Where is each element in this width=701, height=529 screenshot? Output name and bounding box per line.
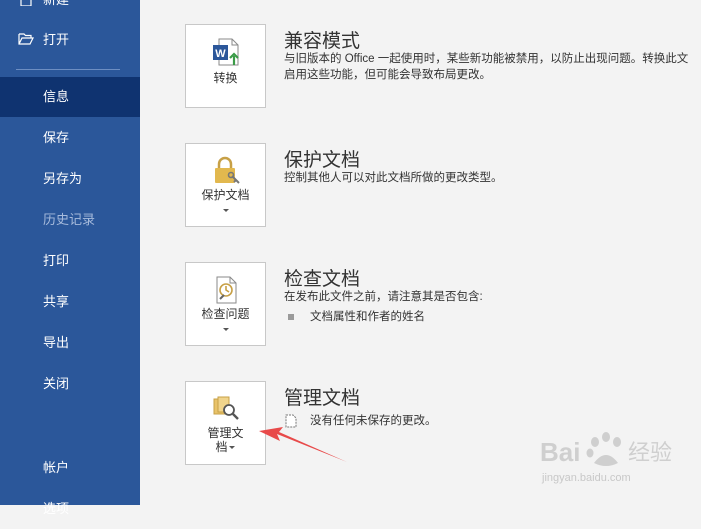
inspect-document-desc: 在发布此文件之前，请注意其是否包含:: [284, 291, 483, 303]
nav-item-print[interactable]: 打印: [0, 241, 140, 281]
inspect-document-title: 检查文档: [284, 268, 361, 290]
lock-icon: [214, 156, 240, 184]
nav-item-save-as-label: 另存为: [43, 171, 83, 186]
chevron-down-icon: [222, 209, 229, 212]
manage-document-button[interactable]: 管理文 档: [185, 381, 266, 465]
nav-item-history: 历史记录: [0, 200, 140, 240]
nav-item-info[interactable]: 信息: [0, 77, 140, 117]
chevron-down-icon: [228, 446, 235, 449]
compat-mode-title: 兼容模式: [284, 30, 361, 52]
manage-document-icon: [213, 396, 239, 420]
check-for-issues-button[interactable]: 检查问题: [185, 262, 266, 346]
nav-item-account-label: 帐户: [43, 460, 70, 475]
backstage-sidebar: 新建 打开 信息 保存 另存为 历史记录 打印 共享 导出 关闭 帐户 选项: [0, 0, 140, 516]
nav-item-open-label: 打开: [43, 32, 70, 47]
svg-text:W: W: [215, 48, 226, 60]
chevron-down-icon: [222, 328, 229, 331]
protect-document-button-label: 保护文档: [201, 188, 250, 202]
nav-item-close[interactable]: 关闭: [0, 364, 140, 404]
manage-document-title: 管理文档: [284, 387, 361, 409]
annotation-arrow: [259, 427, 347, 462]
manage-document-button-label-line1: 管理文: [207, 426, 244, 440]
nav-item-open[interactable]: 打开: [0, 20, 140, 60]
word-convert-icon: W: [212, 38, 239, 66]
inspect-document-bullet: 文档属性和作者的姓名: [310, 311, 425, 323]
nav-item-save-as[interactable]: 另存为: [0, 159, 140, 199]
convert-button[interactable]: W 转换: [185, 24, 266, 108]
nav-item-new[interactable]: 新建: [0, 0, 140, 20]
nav-item-share[interactable]: 共享: [0, 282, 140, 322]
nav-item-info-label: 信息: [43, 89, 70, 104]
bullet-icon: [288, 314, 294, 320]
watermark-url: jingyan.baidu.com: [542, 472, 631, 484]
nav-item-save[interactable]: 保存: [0, 118, 140, 158]
nav-item-new-label: 新建: [43, 0, 69, 7]
compat-mode-desc-line1: 与旧版本的 Office 一起使用时，某些新功能被禁用，以防止出现问题。转换此文: [284, 53, 689, 65]
protect-document-button[interactable]: 保护文档: [185, 143, 266, 227]
nav-item-share-label: 共享: [43, 294, 70, 309]
protect-document-title: 保护文档: [284, 149, 361, 171]
check-for-issues-button-label: 检查问题: [201, 307, 250, 321]
folder-open-icon: [18, 33, 34, 45]
nav-item-print-label: 打印: [43, 253, 70, 268]
manage-document-button-label-line2: 档: [215, 440, 228, 454]
nav-item-options-label: 选项: [43, 501, 70, 516]
nav-item-export-label: 导出: [43, 335, 70, 350]
baidu-watermark: Bai 经验 jingyan.baidu.com: [540, 425, 690, 495]
inspect-document-icon: [216, 276, 236, 304]
nav-item-export[interactable]: 导出: [0, 323, 140, 363]
nav-item-options[interactable]: 选项: [0, 489, 140, 529]
svg-text:经验: 经验: [628, 441, 672, 466]
svg-text:Bai: Bai: [540, 437, 580, 467]
sidebar-divider: [16, 69, 120, 70]
nav-item-history-label: 历史记录: [43, 212, 96, 227]
protect-document-desc: 控制其他人可以对此文档所做的更改类型。: [284, 172, 503, 184]
new-document-icon: [20, 0, 32, 6]
compat-mode-desc-line2: 启用这些功能，但可能会导致布局更改。: [284, 69, 491, 81]
convert-button-label: 转换: [213, 71, 238, 85]
nav-item-account[interactable]: 帐户: [0, 448, 140, 488]
nav-item-close-label: 关闭: [43, 376, 70, 391]
nav-item-save-label: 保存: [43, 130, 70, 145]
